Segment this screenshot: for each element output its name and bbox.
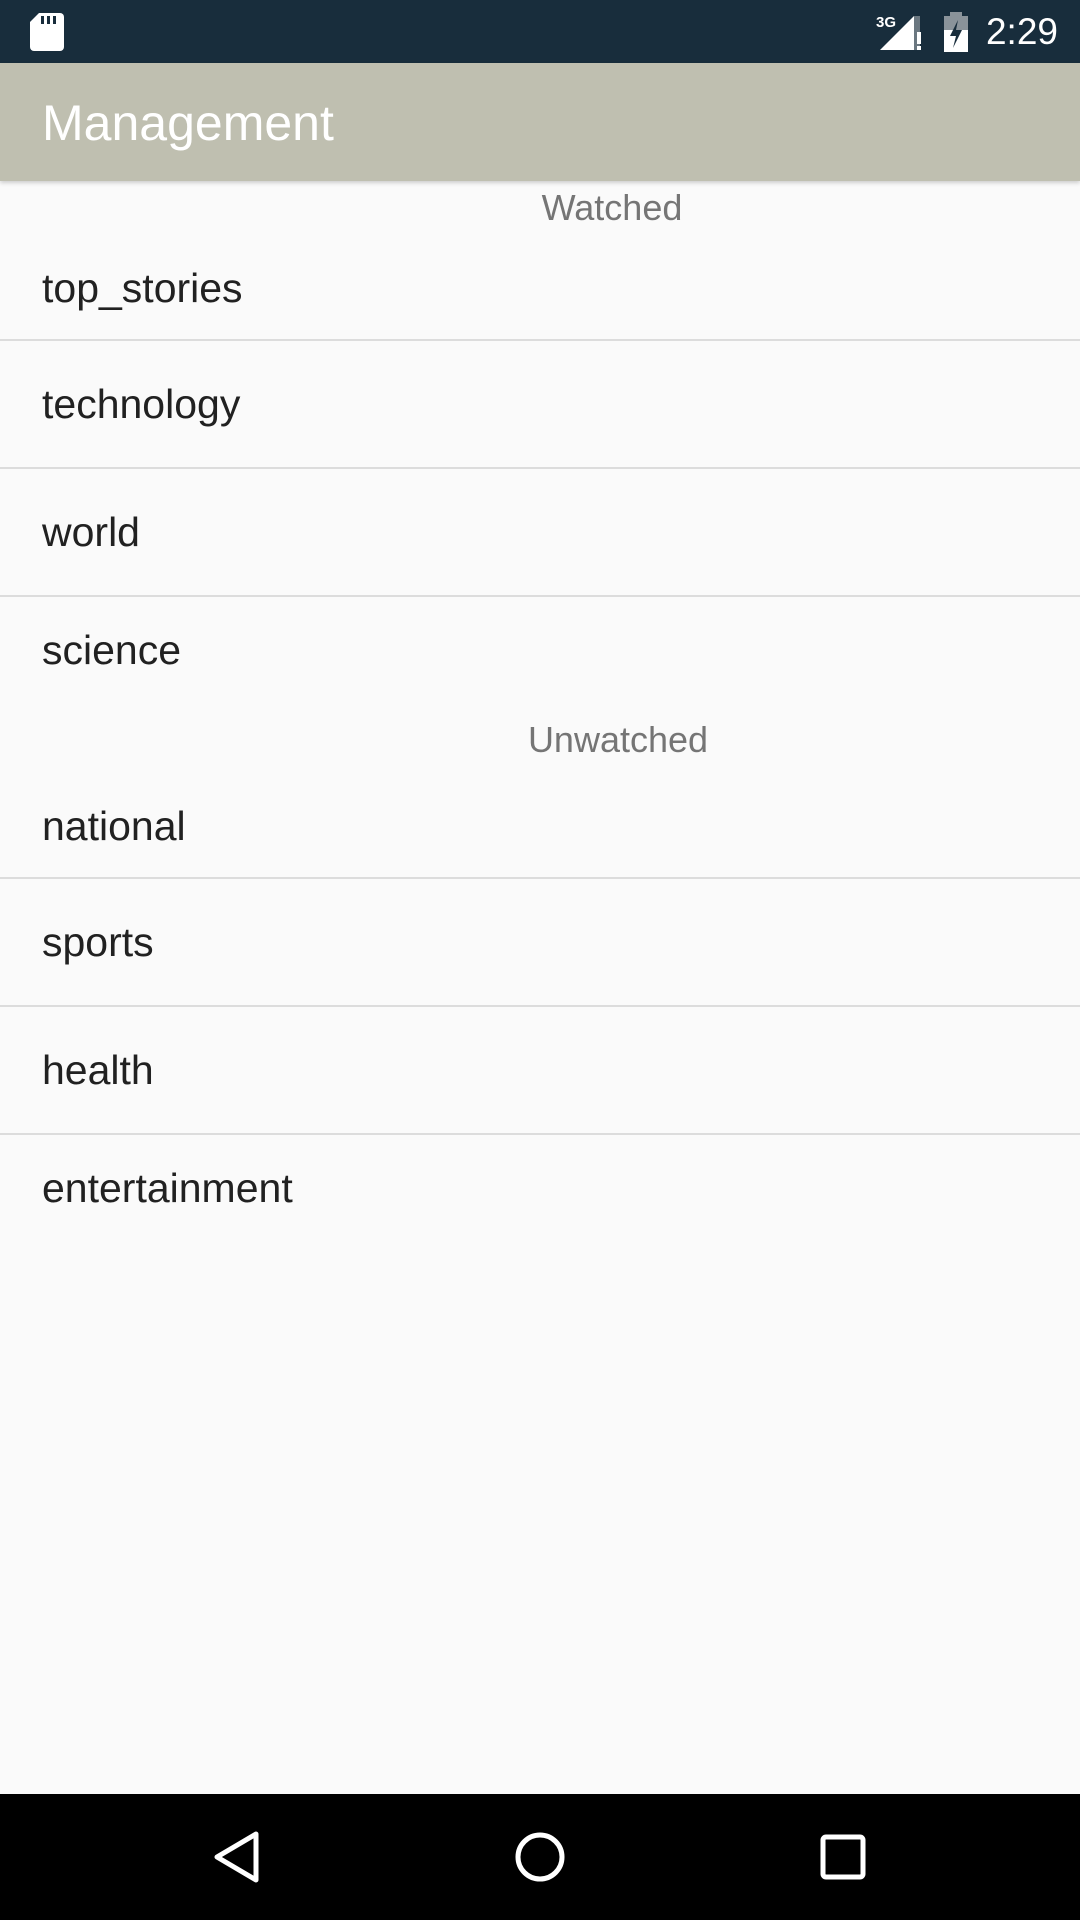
list-item[interactable]: top_stories: [0, 235, 1080, 341]
battery-icon: [944, 12, 968, 52]
recents-icon[interactable]: [808, 1822, 878, 1892]
list-item[interactable]: sports: [0, 879, 1080, 1007]
section-header-unwatched: Unwatched: [527, 719, 709, 760]
list-item-label: national: [42, 803, 186, 849]
list-item[interactable]: science: [0, 597, 1080, 703]
network-type-label: 3G: [876, 14, 896, 31]
list-item[interactable]: entertainment: [0, 1135, 1080, 1241]
topic-list: Watched top_stories technology world sci…: [0, 181, 1080, 1241]
status-time: 2:29: [985, 11, 1058, 52]
list-item-label: science: [42, 627, 182, 673]
screen: 3G 2:29 Management Watched top_stories t…: [0, 0, 1080, 1920]
list-item-label: sports: [42, 918, 154, 965]
back-icon[interactable]: [202, 1822, 272, 1892]
list-item[interactable]: health: [0, 1007, 1080, 1135]
page-title: Management: [42, 95, 334, 151]
list-item[interactable]: technology: [0, 341, 1080, 469]
list-item-label: top_stories: [42, 265, 243, 311]
navigation-bar: [0, 1794, 1080, 1920]
list-item[interactable]: world: [0, 469, 1080, 597]
section-header-watched: Watched: [541, 187, 683, 228]
list-item[interactable]: national: [0, 773, 1080, 879]
list-item-label: world: [42, 508, 140, 555]
sd-card-icon: [30, 13, 64, 51]
status-bar: 3G 2:29: [0, 0, 1080, 63]
home-icon[interactable]: [505, 1822, 575, 1892]
list-item-label: technology: [42, 380, 241, 427]
list-item-label: entertainment: [42, 1165, 293, 1211]
list-item-label: health: [42, 1046, 154, 1093]
app-bar: Management: [0, 63, 1080, 181]
signal-icon: 3G: [876, 14, 921, 50]
